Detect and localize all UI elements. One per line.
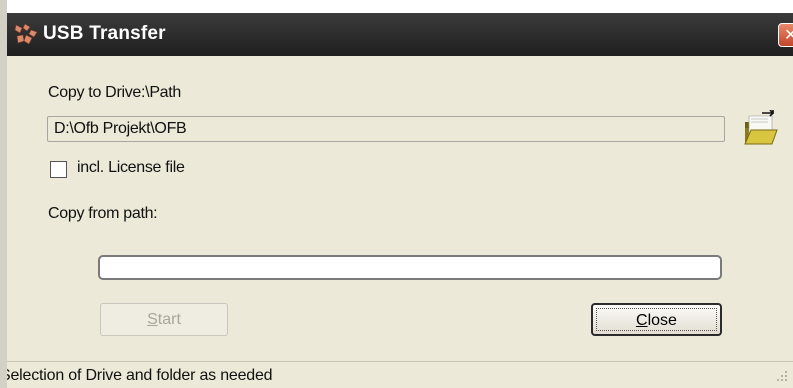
copy-to-label: Copy to Drive:\Path <box>48 84 182 101</box>
close-button[interactable]: Close <box>591 303 722 336</box>
close-button-accel: C <box>636 312 648 329</box>
status-text: Selection of Drive and folder as needed <box>7 367 273 384</box>
open-folder-icon[interactable] <box>742 110 778 148</box>
start-button-accel: S <box>147 311 158 328</box>
license-checkbox[interactable] <box>50 161 67 178</box>
copy-from-label: Copy from path: <box>48 205 158 222</box>
window-title: USB Transfer <box>43 23 166 44</box>
destination-path-input[interactable] <box>47 116 725 142</box>
status-bar: Selection of Drive and folder as needed <box>7 361 793 388</box>
close-icon[interactable]: ✕ <box>778 23 793 47</box>
usb-app-icon <box>14 23 38 45</box>
start-button-label: tart <box>157 311 181 328</box>
usb-transfer-dialog: USB Transfer ✕ Copy to Drive:\Path incl.… <box>7 13 793 388</box>
close-button-label: lose <box>647 312 677 329</box>
license-checkbox-label[interactable]: incl. License file <box>77 159 185 177</box>
start-button[interactable]: Start <box>100 303 228 336</box>
window-left-border <box>0 0 7 388</box>
progress-bar <box>98 255 722 280</box>
resize-grip-icon[interactable] <box>772 366 790 384</box>
title-bar[interactable]: USB Transfer ✕ <box>7 13 793 56</box>
